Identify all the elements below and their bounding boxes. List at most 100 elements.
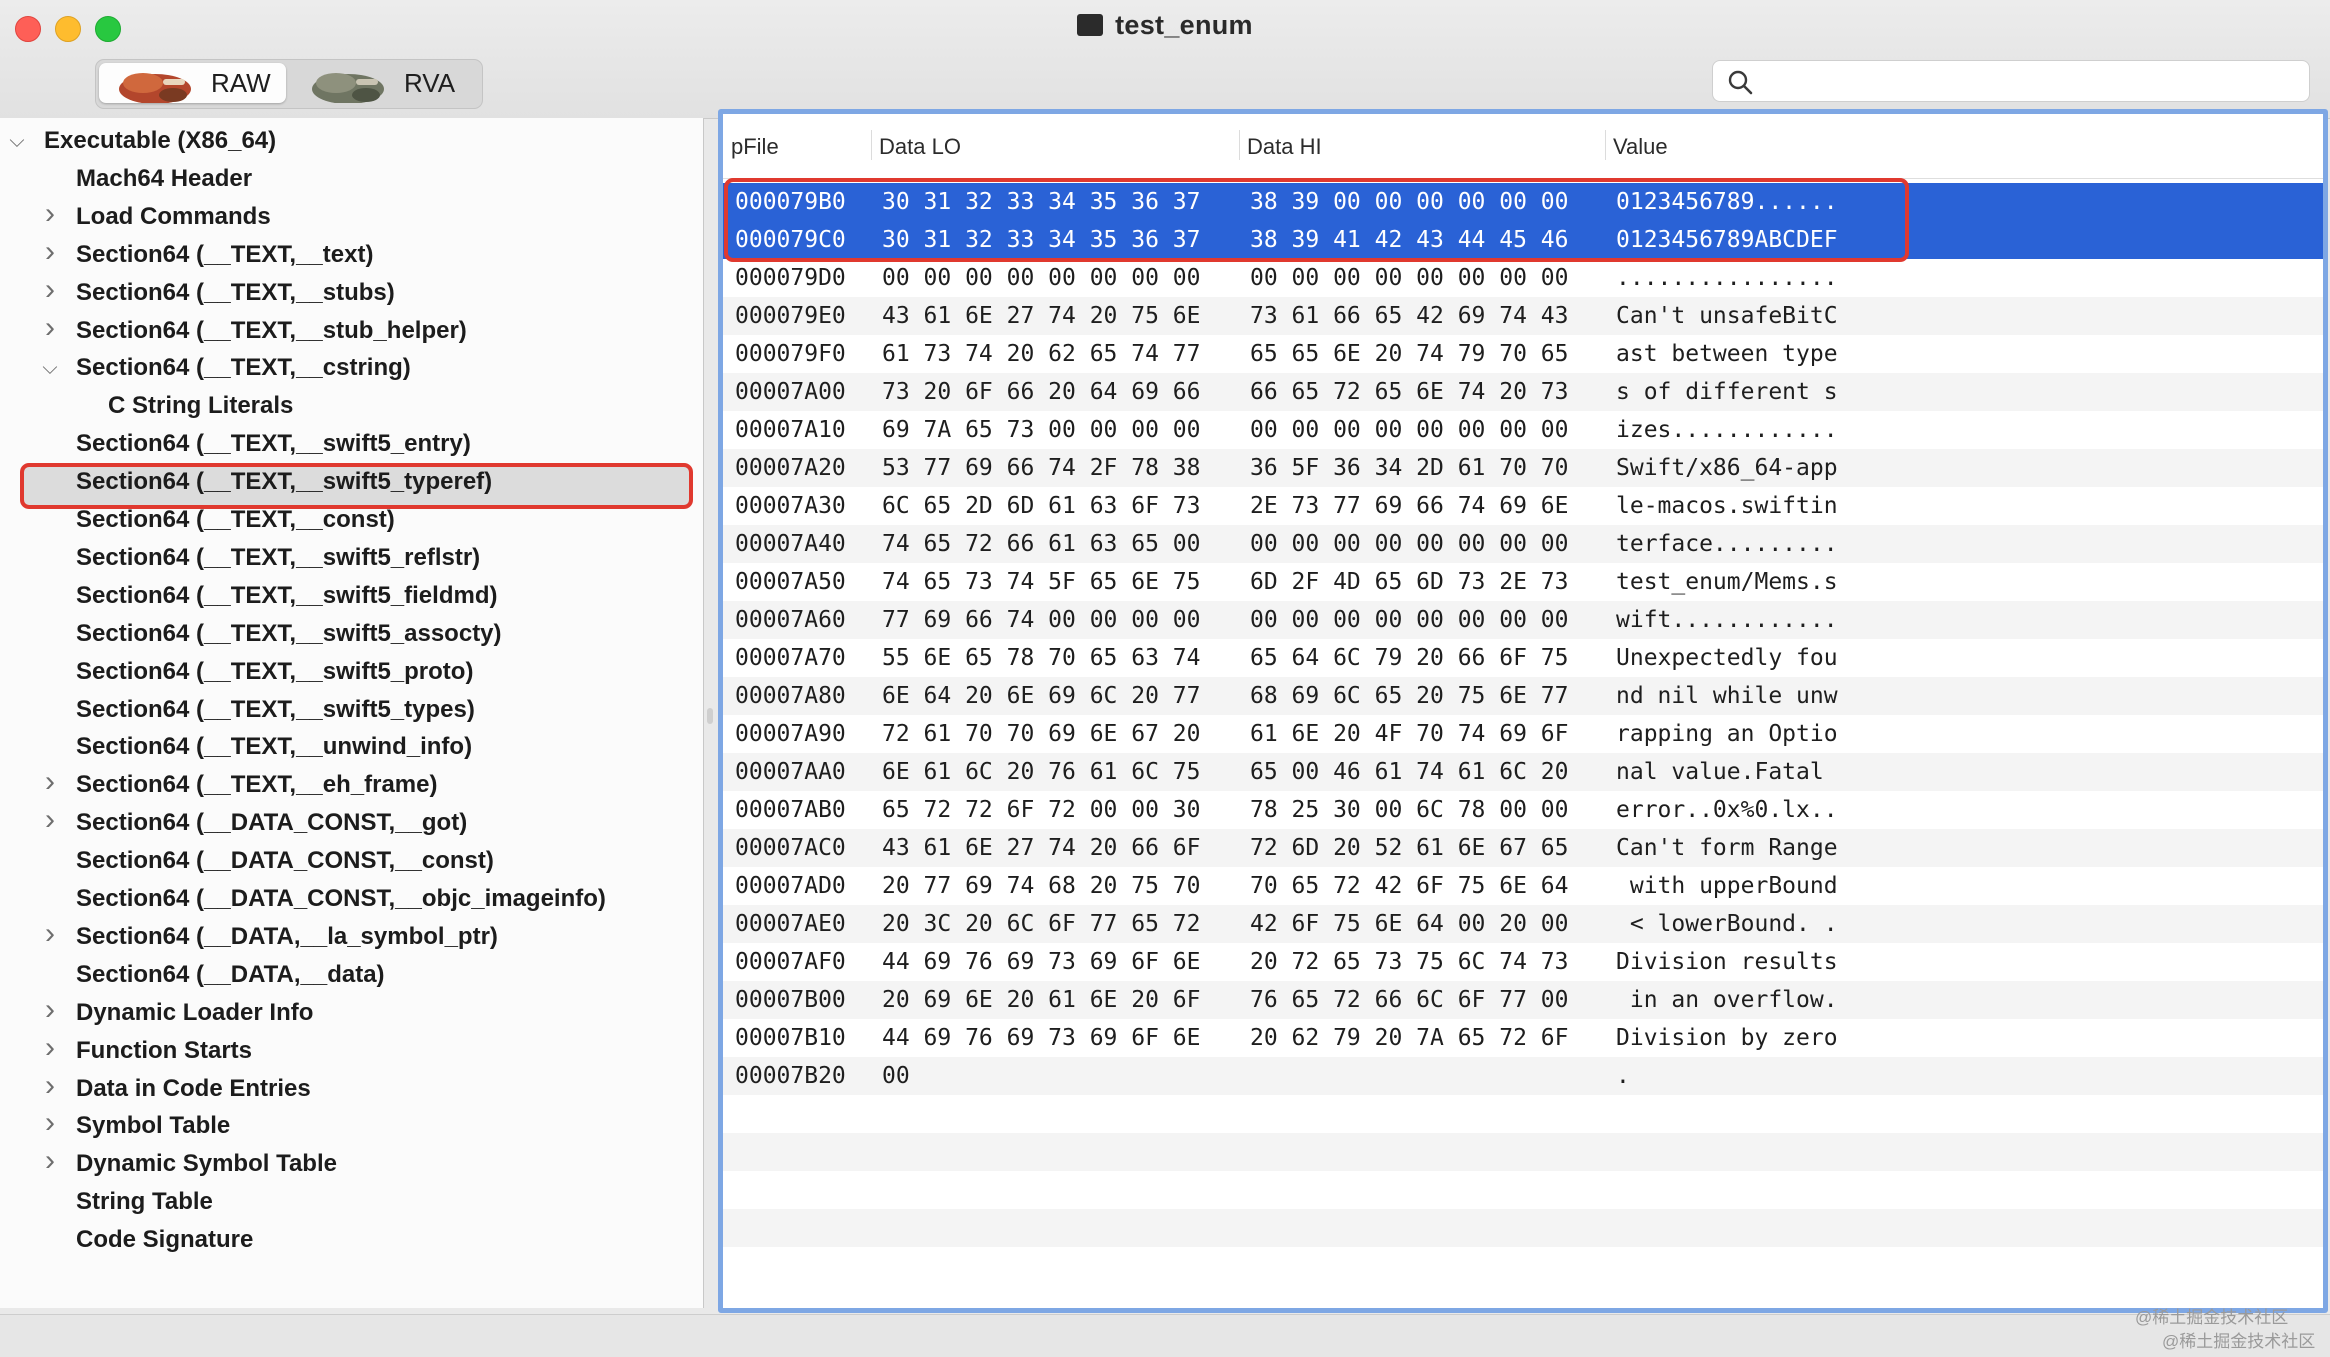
outline-item[interactable]: ⌵ Section64 (__TEXT,__cstring) — [0, 349, 700, 387]
column-header-data-lo[interactable]: Data LO — [879, 134, 961, 160]
chevron-right-icon[interactable]: › — [40, 195, 60, 233]
table-row[interactable]: 00007A40 74 65 72 66 61 63 65 00 00 00 00 … — [723, 525, 2323, 563]
chevron-right-icon[interactable]: › — [40, 1067, 60, 1105]
cell-data-hi: 65 65 6E 20 74 79 70 65 — [1250, 341, 1569, 367]
chevron-down-icon[interactable]: ⌵ — [40, 349, 60, 387]
raw-mode-button[interactable]: RAW — [99, 63, 286, 103]
column-separator[interactable] — [1239, 130, 1240, 160]
table-row[interactable]: 000079B0 30 31 32 33 34 35 36 37 38 39 00 … — [723, 183, 2323, 221]
table-row[interactable]: 000079D0 00 00 00 00 00 00 00 00 00 00 00 … — [723, 259, 2323, 297]
cell-data-lo: 77 69 66 74 00 00 00 00 — [882, 607, 1201, 633]
column-separator[interactable] — [871, 130, 872, 160]
outline-item[interactable]: › Section64 (__DATA_CONST,__got) — [0, 801, 700, 842]
chevron-right-icon[interactable]: › — [40, 915, 60, 953]
outline-item[interactable]: ⌵ Executable (X86_64) — [0, 122, 700, 160]
outline-item[interactable]: Section64 (__TEXT,__swift5_assocty) — [0, 615, 700, 653]
outline-item[interactable]: Mach64 Header — [0, 160, 700, 198]
cell-pfile: 000079E0 — [735, 303, 846, 329]
table-row[interactable]: 00007A70 55 6E 65 78 70 65 63 74 65 64 6C … — [723, 639, 2323, 677]
column-header-value[interactable]: Value — [1613, 134, 1668, 160]
outline-item[interactable]: › Data in Code Entries — [0, 1067, 700, 1108]
table-row[interactable]: 00007AB0 65 72 72 6F 72 00 00 30 78 25 30 … — [723, 791, 2323, 829]
table-row[interactable]: 00007A00 73 20 6F 66 20 64 69 66 66 65 72 … — [723, 373, 2323, 411]
search-input[interactable] — [1763, 65, 2297, 97]
chevron-right-icon[interactable]: › — [40, 1104, 60, 1142]
outline-item-label: Section64 (__TEXT,__swift5_entry) — [76, 430, 471, 458]
outline-item[interactable]: › Section64 (__TEXT,__eh_frame) — [0, 763, 700, 804]
chevron-right-icon[interactable]: › — [40, 1142, 60, 1180]
search-icon — [1728, 70, 1753, 95]
table-row[interactable]: 00007AC0 43 61 6E 27 74 20 66 6F 72 6D 20 … — [723, 829, 2323, 867]
outline-item[interactable]: Section64 (__TEXT,__swift5_typeref) — [0, 463, 700, 501]
table-row[interactable]: 00007AA0 6E 61 6C 20 76 61 6C 75 65 00 46 … — [723, 753, 2323, 791]
table-row[interactable]: 00007A90 72 61 70 70 69 6E 67 20 61 6E 20 … — [723, 715, 2323, 753]
outline-item[interactable]: Section64 (__TEXT,__unwind_info) — [0, 728, 700, 766]
outline-item[interactable]: › Dynamic Loader Info — [0, 991, 700, 1032]
outline-item[interactable]: Section64 (__TEXT,__swift5_reflstr) — [0, 539, 700, 577]
cell-pfile: 00007A30 — [735, 493, 846, 519]
table-row[interactable]: 000079E0 43 61 6E 27 74 20 75 6E 73 61 66 … — [723, 297, 2323, 335]
cell-data-hi: 70 65 72 42 6F 75 6E 64 — [1250, 873, 1569, 899]
outline-item[interactable]: › Section64 (__TEXT,__text) — [0, 233, 700, 274]
column-separator[interactable] — [1605, 130, 1606, 160]
outline-item[interactable]: Section64 (__TEXT,__swift5_proto) — [0, 653, 700, 691]
table-row[interactable]: 00007B00 20 69 6E 20 61 6E 20 6F 76 65 72 … — [723, 981, 2323, 1019]
outline-item[interactable]: Section64 (__TEXT,__const) — [0, 501, 700, 539]
outline-item[interactable]: String Table — [0, 1183, 700, 1221]
outline-item[interactable]: Section64 (__DATA_CONST,__const) — [0, 842, 700, 880]
chevron-right-icon[interactable]: › — [40, 991, 60, 1029]
outline-item[interactable]: Section64 (__TEXT,__swift5_types) — [0, 691, 700, 729]
rva-mode-button[interactable]: RVA — [292, 63, 478, 103]
outline-item-label: Code Signature — [76, 1226, 254, 1254]
chevron-right-icon[interactable]: › — [40, 763, 60, 801]
table-row[interactable]: 00007AD0 20 77 69 74 68 20 75 70 70 65 72 … — [723, 867, 2323, 905]
outline-item[interactable]: › Dynamic Symbol Table — [0, 1142, 700, 1183]
table-row[interactable]: 00007AE0 20 3C 20 6C 6F 77 65 72 42 6F 75 … — [723, 905, 2323, 943]
chevron-right-icon[interactable]: › — [40, 233, 60, 271]
chevron-right-icon[interactable]: › — [40, 1029, 60, 1067]
table-row[interactable]: 000079F0 61 73 74 20 62 65 74 77 65 65 6E … — [723, 335, 2323, 373]
outline-item[interactable]: Section64 (__TEXT,__swift5_fieldmd) — [0, 577, 700, 615]
outline-item-label: Section64 (__TEXT,__swift5_reflstr) — [76, 543, 481, 571]
chevron-right-icon[interactable]: › — [40, 309, 60, 347]
table-row[interactable]: 00007A50 74 65 73 74 5F 65 6E 75 6D 2F 4D … — [723, 563, 2323, 601]
outline-item-label: Section64 (__TEXT,__swift5_typeref) — [76, 468, 493, 496]
outline-item[interactable]: C String Literals — [0, 387, 700, 425]
split-view-divider[interactable] — [707, 708, 713, 724]
outline-item[interactable]: Section64 (__TEXT,__swift5_entry) — [0, 425, 700, 463]
search-field[interactable] — [1712, 60, 2310, 102]
table-row[interactable]: 00007B10 44 69 76 69 73 69 6F 6E 20 62 79 … — [723, 1019, 2323, 1057]
raw-mode-label: RAW — [211, 68, 271, 98]
cell-data-hi: 68 69 6C 65 20 75 6E 77 — [1250, 683, 1569, 709]
table-row[interactable]: 00007A30 6C 65 2D 6D 61 63 6F 73 2E 73 77 … — [723, 487, 2323, 525]
cell-data-hi: 6D 2F 4D 65 6D 73 2E 73 — [1250, 569, 1569, 595]
outline-item[interactable]: › Section64 (__DATA,__la_symbol_ptr) — [0, 915, 700, 956]
table-row[interactable]: 00007A80 6E 64 20 6E 69 6C 20 77 68 69 6C … — [723, 677, 2323, 715]
outline-item[interactable]: Section64 (__DATA,__data) — [0, 956, 700, 994]
table-row[interactable]: 00007B20 00. — [723, 1057, 2323, 1095]
cell-value: Can't unsafeBitC — [1616, 303, 1838, 329]
outline-item[interactable]: Code Signature — [0, 1221, 700, 1259]
outline-item[interactable]: › Section64 (__TEXT,__stubs) — [0, 271, 700, 312]
chevron-right-icon[interactable]: › — [40, 801, 60, 839]
cell-data-hi: 65 64 6C 79 20 66 6F 75 — [1250, 645, 1569, 671]
table-row[interactable]: 00007A10 69 7A 65 73 00 00 00 00 00 00 00 … — [723, 411, 2323, 449]
cell-data-lo: 55 6E 65 78 70 65 63 74 — [882, 645, 1201, 671]
outline-item[interactable]: › Load Commands — [0, 195, 700, 236]
cell-data-lo: 43 61 6E 27 74 20 75 6E — [882, 303, 1201, 329]
table-row[interactable]: 000079C0 30 31 32 33 34 35 36 37 38 39 41 … — [723, 221, 2323, 259]
outline-item[interactable]: Section64 (__DATA_CONST,__objc_imageinfo… — [0, 880, 700, 918]
table-row[interactable]: 00007A60 77 69 66 74 00 00 00 00 00 00 00 … — [723, 601, 2323, 639]
outline-item[interactable]: › Section64 (__TEXT,__stub_helper) — [0, 309, 700, 350]
column-header-pfile[interactable]: pFile — [731, 134, 779, 160]
chevron-down-icon[interactable]: ⌵ — [7, 122, 27, 160]
chevron-right-icon[interactable]: › — [40, 271, 60, 309]
outline-item[interactable]: › Function Starts — [0, 1029, 700, 1070]
outline-item[interactable]: › Symbol Table — [0, 1104, 700, 1145]
outline-item-label: Section64 (__DATA_CONST,__objc_imageinfo… — [76, 885, 606, 912]
cell-pfile: 00007AC0 — [735, 835, 846, 861]
cell-data-lo: 6E 61 6C 20 76 61 6C 75 — [882, 759, 1201, 785]
table-row[interactable]: 00007A20 53 77 69 66 74 2F 78 38 36 5F 36 … — [723, 449, 2323, 487]
table-row[interactable]: 00007AF0 44 69 76 69 73 69 6F 6E 20 72 65 … — [723, 943, 2323, 981]
column-header-data-hi[interactable]: Data HI — [1247, 134, 1322, 160]
